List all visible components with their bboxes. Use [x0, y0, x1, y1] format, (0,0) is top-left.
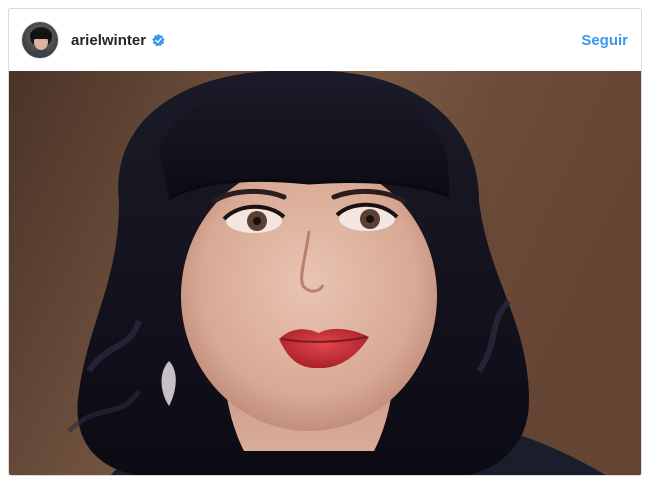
username[interactable]: arielwinter: [71, 32, 146, 49]
follow-button[interactable]: Seguir: [581, 32, 628, 49]
instagram-post-card: arielwinter Seguir: [8, 8, 642, 476]
post-photo[interactable]: [9, 71, 641, 475]
verified-badge-icon: [152, 33, 165, 47]
avatar[interactable]: [21, 21, 59, 59]
post-header: arielwinter Seguir: [9, 9, 641, 71]
